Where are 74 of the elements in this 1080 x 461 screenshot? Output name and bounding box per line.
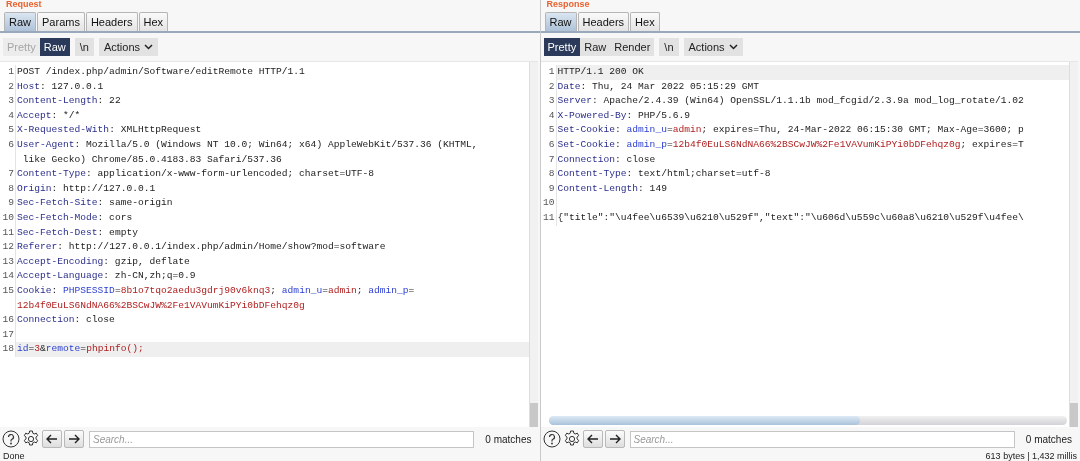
- search-field[interactable]: Search...: [629, 430, 1015, 448]
- code-line: Sec-Fetch-Mode: cors: [16, 210, 133, 225]
- help-icon[interactable]: [2, 430, 20, 448]
- help-icon[interactable]: [542, 430, 561, 448]
- code-line: Referer: http://127.0.0.1/index.php/admin/Home/show?mod=software: [16, 240, 386, 255]
- horizontal-scrollbar[interactable]: [548, 416, 1067, 425]
- code-line: Set-Cookie: admin_u=admin; expires=Thu, 24-Mar-2022 06:15:30 GMT; Max-Age=3600; p: [556, 123, 1024, 138]
- code-line: Connection: close: [556, 152, 656, 167]
- code-line: Accept-Language: zh-CN,zh;q=0.9: [16, 269, 196, 284]
- chevron-down-icon: [144, 44, 153, 50]
- pane-title: Request: [6, 0, 42, 9]
- code-line: Content-Type: text/html;charset=utf-8: [556, 167, 771, 182]
- chevron-down-icon: [728, 44, 738, 50]
- line-number: 14: [0, 269, 16, 284]
- next-match-button[interactable]: [64, 430, 84, 448]
- line-number: 16: [0, 313, 16, 328]
- code-line: Accept-Encoding: gzip, deflate: [16, 254, 190, 269]
- arrow-right-icon: [608, 434, 621, 444]
- code-line: Accept: */*: [16, 108, 81, 123]
- arrow-left-icon: [586, 434, 599, 444]
- vertical-scrollbar[interactable]: [528, 62, 538, 427]
- code-line: Cookie: PHPSESSID=8b1o7tqo2aedu3gdrj90v6knq3; admin_u=admin; admin_p= 12b4f0EuLS6NdNA66%2BSCwJW%2Fe1VAVumKiPYi0bDFehqz0g: [16, 283, 415, 313]
- code-line: Set-Cookie: admin_p=12b4f0EuLS6NdNA66%2BSCwJW%2Fe1VAVumKiPYi0bDFehqz0g; expires=T: [556, 137, 1024, 152]
- match-count: 0 matches: [484, 433, 533, 445]
- code-line: X-Powered-By: PHP/5.6.9: [556, 108, 690, 123]
- tab[interactable]: Headers: [85, 12, 138, 31]
- code-line: X-Requested-With: XMLHttpRequest: [16, 123, 202, 138]
- code-line: {"title":"\u4fee\u6539\u6210\u529f","text":"\u606d\u559c\u60a8\u6210\u529f\u4fee\: [556, 210, 1024, 225]
- code-line: Origin: http://127.0.0.1: [16, 181, 156, 196]
- code-line: HTTP/1.1 200 OK: [556, 65, 644, 79]
- previous-match-button[interactable]: [42, 430, 62, 448]
- newline-toggle-button[interactable]: \n: [74, 38, 94, 56]
- line-number: 1: [540, 65, 557, 80]
- status-text: 613 bytes | 1,432 millis: [985, 451, 1077, 461]
- actions-button[interactable]: Actions: [98, 38, 158, 56]
- view-mode-button[interactable]: Render: [610, 38, 655, 56]
- line-number: 10: [540, 196, 557, 211]
- line-number: 15: [0, 283, 16, 314]
- tab[interactable]: Hex: [138, 12, 169, 31]
- code-line: Connection: close: [16, 313, 115, 328]
- tab[interactable]: Headers: [577, 12, 630, 31]
- status-text: Done: [3, 451, 25, 461]
- code-line: Server: Apache/2.4.39 (Win64) OpenSSL/1.1.1b mod_fcgid/2.3.9a mod_log_rotate/1.02: [556, 94, 1024, 109]
- tab[interactable]: Raw: [4, 12, 36, 31]
- code-line: Sec-Fetch-Dest: empty: [16, 225, 138, 240]
- view-mode-button[interactable]: Raw: [39, 38, 70, 56]
- actions-button[interactable]: Actions: [683, 38, 743, 56]
- tab[interactable]: Hex: [630, 12, 660, 31]
- code-line: POST /index.php/admin/Software/editRemote HTTP/1.1: [16, 65, 305, 79]
- code-line: Sec-Fetch-Site: same-origin: [16, 196, 173, 211]
- code-line: Content-Type: application/x-www-form-urlencoded; charset=UTF-8: [16, 167, 374, 182]
- code-line: Host: 127.0.0.1: [16, 79, 104, 94]
- settings-icon[interactable]: [22, 430, 40, 448]
- vertical-scrollbar[interactable]: [1069, 62, 1078, 427]
- newline-toggle-button[interactable]: \n: [659, 38, 679, 56]
- tab[interactable]: Raw: [544, 12, 577, 31]
- code-line: User-Agent: Mozilla/5.0 (Windows NT 10.0; Win64; x64) AppleWebKit/537.36 (KHTML, like Gecko) Chrome/85.0.4183.83 Safari/537.36: [16, 137, 478, 167]
- view-mode-button[interactable]: Pretty: [543, 38, 581, 56]
- previous-match-button[interactable]: [582, 430, 603, 448]
- next-match-button[interactable]: [604, 430, 625, 448]
- tab[interactable]: Params: [37, 12, 85, 31]
- code-line: Content-Length: 22: [16, 94, 121, 109]
- arrow-right-icon: [68, 434, 80, 444]
- line-number: 18: [0, 342, 16, 357]
- code-line: Date: Thu, 24 Mar 2022 05:15:29 GMT: [556, 79, 759, 94]
- pane-title: Response: [546, 0, 590, 9]
- arrow-left-icon: [46, 434, 58, 444]
- code-line: id=3&remote=phpinfo();: [16, 342, 144, 357]
- search-field[interactable]: Search...: [89, 430, 475, 448]
- match-count: 0 matches: [1024, 433, 1073, 445]
- line-number: 12: [0, 240, 16, 255]
- settings-icon[interactable]: [562, 430, 581, 448]
- view-mode-button[interactable]: Raw: [580, 38, 611, 56]
- code-line: Content-Length: 149: [556, 181, 667, 196]
